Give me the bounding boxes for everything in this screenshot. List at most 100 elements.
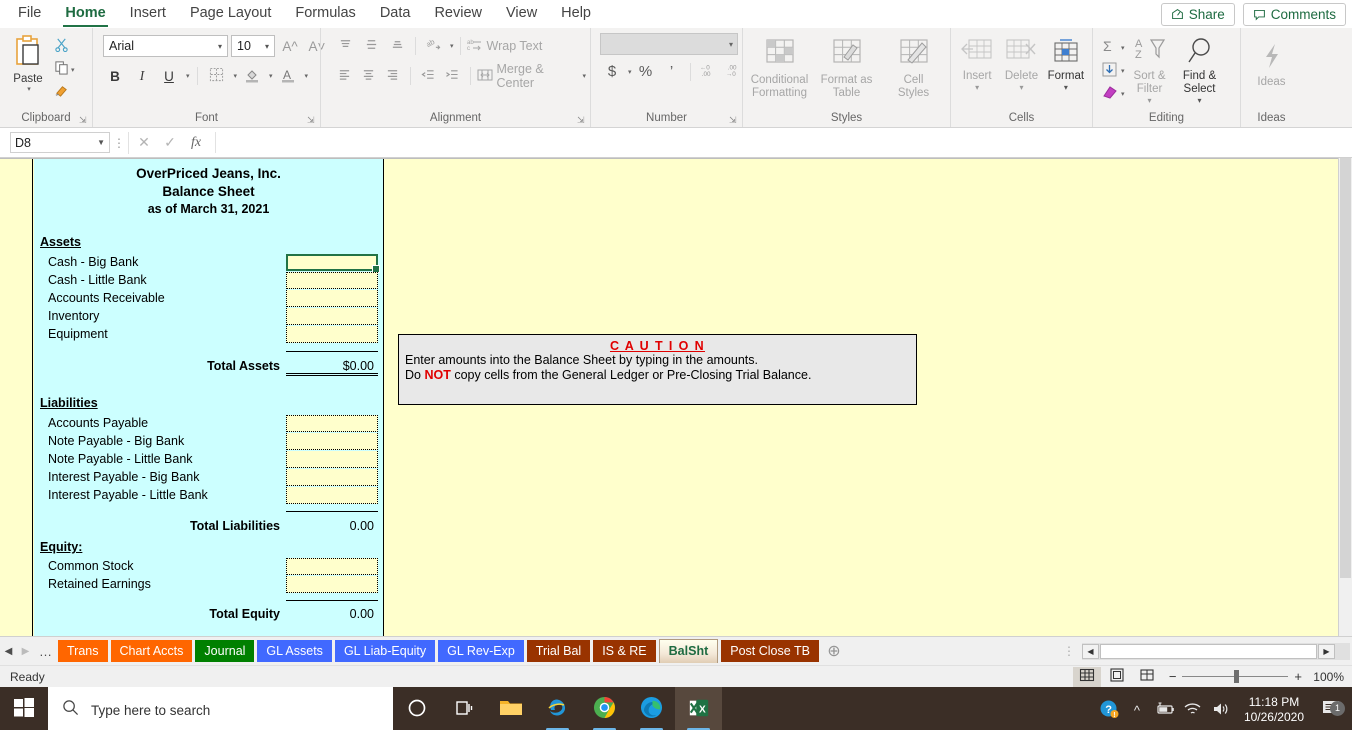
ribbon-tab-file[interactable]: File (6, 1, 53, 27)
paste-chevron-down-icon[interactable]: ▾ (27, 85, 31, 93)
font-name-chevron-down-icon[interactable]: ▾ (215, 42, 225, 51)
formula-input[interactable] (215, 132, 1348, 153)
volume-button[interactable] (1208, 701, 1234, 720)
asset-input-cell-1[interactable] (286, 272, 378, 289)
confirm-entry-button[interactable]: ✓ (157, 132, 183, 154)
align-center-button[interactable] (357, 65, 379, 88)
name-box[interactable]: D8 ▼ (10, 132, 110, 153)
liability-input-cell-0[interactable] (286, 415, 378, 432)
sort-filter-button[interactable]: AZ Sort & Filter ▾ (1127, 34, 1173, 105)
zoom-slider[interactable]: − + (1169, 669, 1302, 684)
sheet-nav-next-button[interactable]: ▶ (17, 646, 34, 657)
worksheet-canvas[interactable]: OverPriced Jeans, Inc. Balance Sheet as … (0, 158, 1338, 636)
delete-cells-chevron-down-icon[interactable]: ▾ (1019, 83, 1023, 92)
orientation-chevron-down-icon[interactable]: ▾ (450, 42, 454, 50)
liability-input-cell-2[interactable] (286, 451, 378, 468)
insert-cells-button[interactable]: Insert ▾ (955, 36, 999, 92)
find-select-button[interactable]: Find & Select ▾ (1175, 34, 1225, 105)
sheet-tab-balsht[interactable]: BalSht (658, 639, 719, 663)
format-cells-chevron-down-icon[interactable]: ▾ (1064, 83, 1068, 92)
align-middle-button[interactable] (359, 35, 383, 58)
excel-button[interactable]: X (675, 687, 722, 730)
font-dialog-launcher[interactable]: ⇲ (307, 115, 318, 126)
align-right-button[interactable] (382, 65, 404, 88)
zoom-slider-thumb[interactable] (1234, 670, 1240, 683)
asset-input-cell-3[interactable] (286, 308, 378, 325)
number-format-combo[interactable]: ▾ (600, 33, 738, 55)
edge-button[interactable] (628, 687, 675, 730)
fill-button[interactable]: ▾ (1101, 60, 1125, 82)
copy-button[interactable]: ▾ (52, 60, 77, 80)
insert-cells-chevron-down-icon[interactable]: ▾ (975, 83, 979, 92)
sheet-tab-trial-bal[interactable]: Trial Bal (526, 640, 591, 662)
sheet-nav-more-button[interactable]: … (34, 644, 58, 659)
sheet-tab-gl-rev-exp[interactable]: GL Rev-Exp (438, 640, 524, 662)
underline-chevron-down-icon[interactable]: ▾ (186, 72, 190, 80)
share-button[interactable]: Share (1160, 2, 1235, 26)
merge-center-chevron-down-icon[interactable]: ▾ (583, 72, 587, 80)
borders-chevron-down-icon[interactable]: ▾ (234, 72, 238, 80)
normal-view-button[interactable] (1072, 666, 1101, 687)
ribbon-tab-data[interactable]: Data (368, 1, 423, 27)
decrease-indent-button[interactable] (417, 65, 439, 88)
zoom-slider-track[interactable] (1182, 670, 1289, 683)
tab-split-grip[interactable]: ⋮ (1056, 644, 1082, 658)
page-layout-view-button[interactable] (1103, 667, 1131, 687)
page-break-preview-button[interactable] (1133, 667, 1161, 687)
equity-input-cell-0[interactable] (286, 558, 378, 575)
fill-chevron-down-icon[interactable]: ▾ (1121, 67, 1125, 75)
wrap-text-button[interactable]: ab c Wrap Text (467, 38, 543, 55)
font-color-button[interactable]: A (276, 65, 300, 88)
borders-button[interactable] (205, 65, 229, 88)
name-box-chevron-down-icon[interactable]: ▼ (97, 138, 105, 147)
font-size-chevron-down-icon[interactable]: ▾ (262, 42, 272, 51)
vertical-scrollbar-thumb[interactable] (1340, 158, 1351, 578)
zoom-in-button[interactable]: + (1294, 669, 1302, 684)
ribbon-tab-review[interactable]: Review (422, 1, 494, 27)
task-view-button[interactable] (440, 687, 487, 730)
start-button[interactable] (0, 687, 48, 730)
chrome-button[interactable] (581, 687, 628, 730)
equity-input-cell-1[interactable] (286, 576, 378, 593)
format-as-table-button[interactable]: Format as Table (814, 36, 879, 100)
copy-chevron-down-icon[interactable]: ▾ (71, 66, 75, 74)
underline-button[interactable]: U (157, 65, 181, 88)
asset-input-cell-4[interactable] (286, 326, 378, 343)
cell-styles-button[interactable]: Cell Styles (881, 36, 946, 100)
liability-input-cell-1[interactable] (286, 433, 378, 450)
ribbon-tab-home[interactable]: Home (53, 1, 117, 27)
fill-color-button[interactable] (240, 65, 264, 88)
sheet-tab-post-close-tb[interactable]: Post Close TB (721, 640, 819, 662)
sheet-tab-gl-liab-equity[interactable]: GL Liab-Equity (334, 640, 436, 662)
number-format-chevron-down-icon[interactable]: ▾ (729, 40, 733, 49)
font-color-chevron-down-icon[interactable]: ▾ (305, 72, 309, 80)
autosum-chevron-down-icon[interactable]: ▾ (1121, 44, 1125, 52)
bold-button[interactable]: B (103, 65, 127, 88)
clear-button[interactable]: ▾ (1101, 83, 1125, 105)
horizontal-scrollbar[interactable]: ◀ ▶ (1082, 642, 1350, 660)
help-button[interactable]: ?! (1096, 699, 1122, 722)
horizontal-scrollbar-thumb[interactable] (1100, 643, 1317, 659)
comments-button[interactable]: Comments (1242, 2, 1346, 26)
sheet-tab-is-re[interactable]: IS & RE (593, 640, 656, 662)
notifications-button[interactable]: 1 (1314, 699, 1348, 722)
cut-button[interactable] (52, 37, 77, 57)
ideas-button[interactable]: Ideas (1246, 40, 1298, 89)
increase-decimal-button[interactable]: ←0.00 (697, 60, 721, 83)
taskbar-clock[interactable]: 11:18 PM 10/26/2020 (1236, 695, 1312, 725)
ribbon-tab-page-layout[interactable]: Page Layout (178, 1, 283, 27)
battery-button[interactable] (1152, 701, 1178, 720)
comma-button[interactable]: ’ (660, 60, 684, 83)
zoom-out-button[interactable]: − (1169, 669, 1177, 684)
show-hidden-icons-button[interactable]: ^ (1124, 703, 1150, 718)
sheet-tab-chart-accts[interactable]: Chart Accts (110, 640, 193, 662)
internet-explorer-button[interactable] (534, 687, 581, 730)
number-dialog-launcher[interactable]: ⇲ (729, 115, 740, 126)
ribbon-tab-view[interactable]: View (494, 1, 549, 27)
sheet-tab-gl-assets[interactable]: GL Assets (257, 640, 332, 662)
currency-chevron-down-icon[interactable]: ▾ (628, 68, 632, 76)
find-select-chevron-down-icon[interactable]: ▾ (1198, 96, 1202, 105)
grow-font-button[interactable]: A^ (278, 35, 302, 58)
autosum-button[interactable]: Σ ▾ (1101, 37, 1125, 59)
asset-input-cell-0[interactable] (286, 254, 380, 273)
